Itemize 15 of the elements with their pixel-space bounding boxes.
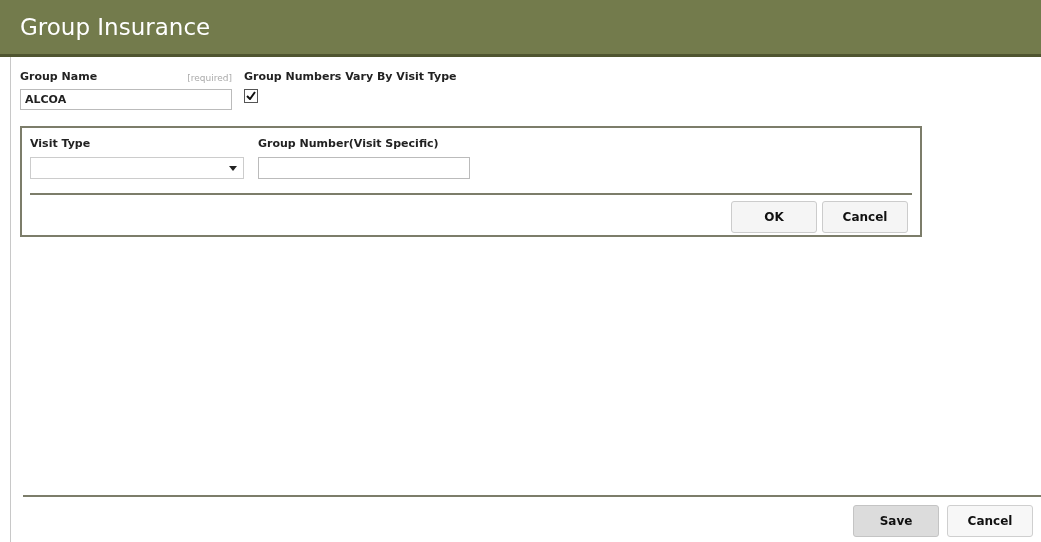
required-hint: [required] [187, 72, 232, 85]
field-label: Group Name [20, 69, 98, 85]
footer-button[interactable]: Save [853, 505, 939, 537]
page-title: Group Insurance [20, 12, 211, 42]
dialog-button[interactable]: Cancel [822, 201, 908, 233]
footer-button[interactable]: Cancel [947, 505, 1033, 537]
checkbox-label: Group Numbers Vary By Visit Type [244, 69, 457, 85]
field-label: Group Number(Visit Specific) [258, 135, 440, 152]
group-number-field[interactable] [258, 157, 470, 179]
checkbox[interactable] [244, 88, 258, 103]
dialog-button[interactable]: OK [731, 201, 817, 233]
caret-icon [229, 165, 237, 171]
field-label: Visit Type [30, 135, 92, 152]
visit-type-dropdown[interactable] [30, 157, 244, 179]
group-name-field[interactable]: ALCOA [20, 88, 232, 110]
